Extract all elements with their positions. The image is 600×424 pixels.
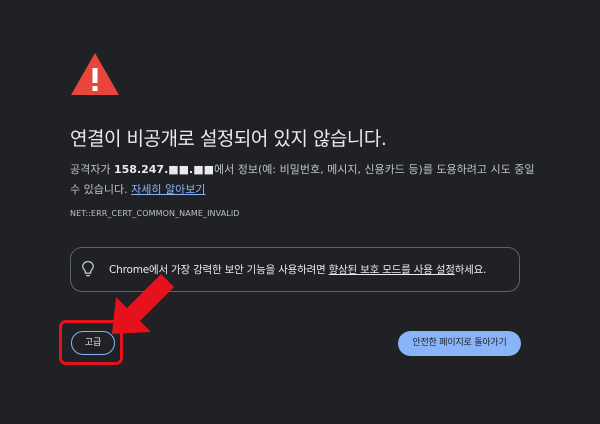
enhanced-protection-link[interactable]: 향상된 보호 모드를 사용 설정 — [329, 264, 455, 276]
error-code: NET::ERR_CERT_COMMON_NAME_INVALID — [70, 209, 240, 218]
page-title: 연결이 비공개로 설정되어 있지 않습니다. — [70, 128, 387, 150]
warning-triangle-icon — [71, 53, 119, 95]
learn-more-link[interactable]: 자세히 알아보기 — [131, 183, 205, 196]
red-arrow-icon — [112, 274, 174, 334]
error-description: 공격자가 158.247.■■.■■에서 정보(예: 비밀번호, 메시지, 신용… — [70, 160, 540, 200]
ssl-error-page: 연결이 비공개로 설정되어 있지 않습니다. 공격자가 158.247.■■.■… — [0, 0, 600, 424]
lightbulb-icon — [82, 260, 94, 277]
back-to-safety-button[interactable]: 안전한 페이지로 돌아가기 — [398, 331, 521, 356]
description-prefix: 공격자가 — [70, 163, 114, 176]
ip-address: 158.247.■■.■■ — [113, 163, 215, 176]
tip-text-after: 하세요. — [454, 264, 487, 276]
